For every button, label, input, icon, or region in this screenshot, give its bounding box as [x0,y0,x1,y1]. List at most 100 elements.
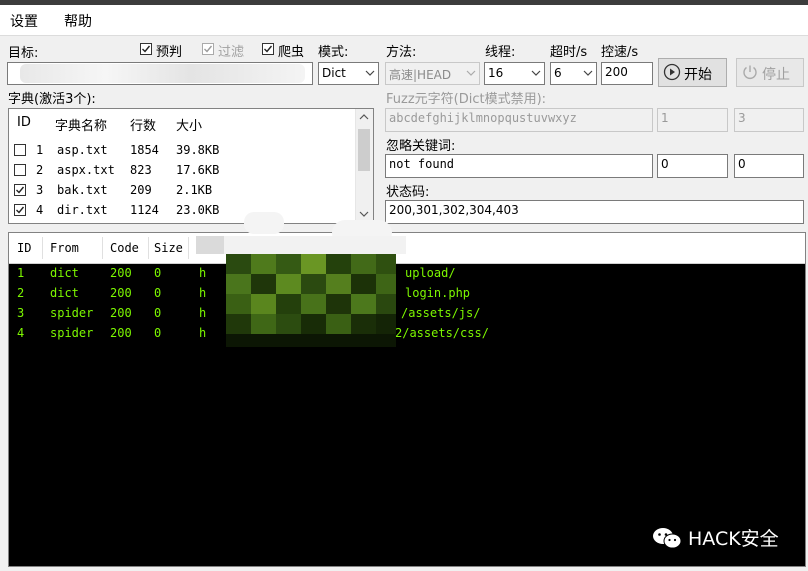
precheck-checkbox[interactable] [140,43,152,55]
chevron-up-icon[interactable] [359,113,369,121]
list-item[interactable]: 3 bak.txt 209 2.1KB [9,180,357,200]
dict-item-lines: 1854 [130,143,159,157]
dict-list-scrollbar[interactable] [355,109,373,223]
fuzz-charset-input[interactable]: abcdefghijklmnopqustuvwxyz [385,108,653,132]
precheck-label: 预判 [156,45,183,60]
start-button-label: 开始 [684,67,712,83]
dict-item-name: asp.txt [57,143,108,157]
results-col-code: Code [110,241,139,255]
result-size: 0 [154,306,162,320]
table-row[interactable]: 4 spider 200 0 h 2/assets/css/ [9,323,805,343]
table-row[interactable]: 1 dict 200 0 h upload/ [9,263,805,283]
fuzz-max-input[interactable]: 3 [734,108,804,132]
dict-item-lines: 209 [130,183,152,197]
dict-item-size: 2.1KB [176,183,213,197]
dict-list-header: ID 字典名称 行数 大小 [9,109,357,135]
result-id: 3 [17,306,25,320]
result-size: 0 [154,286,162,300]
results-col-from: From [50,241,79,255]
mode-label: 模式: [318,45,349,60]
dict-item-size: 17.6KB [176,163,220,177]
dict-label: 字典(激活3个): [8,92,96,107]
dict-col-lines: 行数 [130,119,157,134]
result-size: 0 [154,326,162,340]
result-from: dict [50,286,79,300]
timeout-value: 6 [554,66,562,80]
result-code: 200 [110,266,132,280]
filter-checkbox[interactable] [202,43,214,55]
dict-col-size: 大小 [176,119,203,134]
chevron-down-icon [583,70,593,76]
dict-item-name: dir.txt [57,203,108,217]
scroll-thumb[interactable] [358,129,370,171]
result-code: 200 [110,286,132,300]
dict-item-checkbox[interactable] [14,144,26,156]
dict-item-id: 2 [36,163,44,177]
mode-select[interactable]: Dict [318,62,379,85]
result-from: dict [50,266,79,280]
method-select[interactable]: 高速|HEAD [385,62,480,85]
timeout-select[interactable]: 6 [550,62,597,85]
result-id: 1 [17,266,25,280]
menu-help[interactable]: 帮助 [64,11,92,31]
dict-item-checkbox[interactable] [14,204,26,216]
check-icon [16,206,25,214]
check-icon [16,186,25,194]
threads-value: 16 [488,66,504,80]
mode-value: Dict [322,66,346,80]
stop-button[interactable]: 停止 [736,58,804,87]
stop-button-label: 停止 [762,67,790,83]
result-url-tail: login.php [405,286,471,300]
list-item[interactable]: 1 asp.txt 1854 39.8KB [9,140,357,160]
start-button[interactable]: 开始 [658,58,727,87]
chevron-down-icon [466,70,476,76]
dict-col-id: ID [17,115,31,130]
status-codes-input[interactable]: 200,301,302,304,403 [385,200,804,224]
results-header: ID From Code Size [9,233,805,264]
check-icon [204,45,213,53]
dict-item-id: 4 [36,203,44,217]
threads-label: 线程: [485,45,516,60]
dict-col-name: 字典名称 [55,119,108,134]
timeout-label: 超时/s [550,45,588,60]
wechat-icon [653,528,682,549]
ignore-n1-input[interactable]: 0 [657,154,728,178]
chevron-down-icon [365,70,375,76]
list-item[interactable]: 2 aspx.txt 823 17.6KB [9,160,357,180]
crawler-label: 爬虫 [278,45,305,60]
dict-item-id: 3 [36,183,44,197]
results-table[interactable]: ID From Code Size 1 dict 200 0 h upload/… [8,232,806,567]
menu-bar: 设置 帮助 [0,5,808,36]
crawler-checkbox[interactable] [262,43,274,55]
power-icon [743,65,757,79]
table-row[interactable]: 3 spider 200 0 h /assets/js/ [9,303,805,323]
redacted-target-blur [20,64,305,83]
result-url-tail: 2/assets/css/ [395,326,489,340]
rate-input[interactable]: 200 [601,62,653,85]
dict-item-size: 39.8KB [176,143,220,157]
fuzz-label: Fuzz元字符(Dict模式禁用): [386,92,547,107]
ignore-n2-input[interactable]: 0 [734,154,804,178]
play-icon [663,63,681,81]
redacted-url-mosaic [196,212,406,347]
ignore-label: 忽略关键词: [386,139,456,154]
ignore-keyword-input[interactable]: not found [385,154,653,178]
result-url-tail: /assets/js/ [401,306,481,320]
menu-settings[interactable]: 设置 [10,11,38,31]
fuzz-min-input[interactable]: 1 [657,108,728,132]
result-size: 0 [154,266,162,280]
rate-label: 控速/s [601,45,639,60]
dict-list[interactable]: ID 字典名称 行数 大小 1 asp.txt 1854 39.8KB 2 as… [8,108,374,224]
dict-item-checkbox[interactable] [14,184,26,196]
chevron-down-icon [531,70,541,76]
result-code: 200 [110,306,132,320]
dict-item-name: aspx.txt [57,163,115,177]
dict-item-checkbox[interactable] [14,164,26,176]
result-url-tail: upload/ [405,266,456,280]
threads-select[interactable]: 16 [484,62,545,85]
method-label: 方法: [386,45,417,60]
watermark-text: HACK安全 [688,528,779,550]
result-from: spider [50,326,94,340]
table-row[interactable]: 2 dict 200 0 h login.php [9,283,805,303]
check-icon [264,45,273,53]
